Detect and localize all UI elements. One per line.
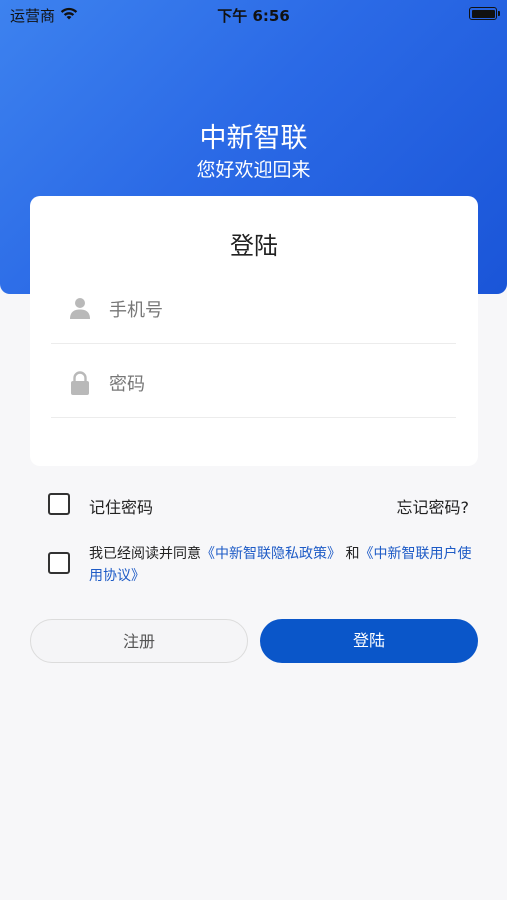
phone-field[interactable] bbox=[51, 274, 456, 344]
forgot-password-link[interactable]: 忘记密码? bbox=[397, 494, 470, 518]
greeting-text: 您好欢迎回来 bbox=[196, 159, 311, 181]
user-icon bbox=[70, 298, 90, 319]
lock-icon bbox=[71, 371, 89, 395]
agree-prefix: 我已经阅读并同意 bbox=[89, 546, 201, 562]
agreement-text: 我已经阅读并同意《中新智联隐私政策》 和《中新智联用户使用协议》 bbox=[89, 543, 479, 587]
agree-and: 和 bbox=[345, 546, 360, 562]
battery-icon bbox=[469, 7, 500, 20]
app-title: 中新智联 bbox=[199, 123, 308, 154]
login-card: 登陆 bbox=[30, 196, 478, 466]
remember-password-label[interactable]: 记住密码 bbox=[89, 494, 153, 518]
login-button[interactable]: 登陆 bbox=[260, 619, 478, 663]
phone-input[interactable] bbox=[109, 294, 439, 326]
register-button[interactable]: 注册 bbox=[30, 619, 248, 663]
password-field[interactable] bbox=[51, 348, 456, 418]
card-title: 登陆 bbox=[230, 232, 278, 260]
privacy-policy-link[interactable]: 《中新智联隐私政策》 bbox=[201, 546, 341, 562]
agree-terms-checkbox[interactable] bbox=[48, 552, 70, 574]
status-bar: 运营商 下午 6:56 bbox=[0, 0, 507, 28]
password-input[interactable] bbox=[109, 368, 439, 400]
remember-password-checkbox[interactable] bbox=[48, 493, 70, 515]
clock: 下午 6:56 bbox=[217, 7, 290, 25]
